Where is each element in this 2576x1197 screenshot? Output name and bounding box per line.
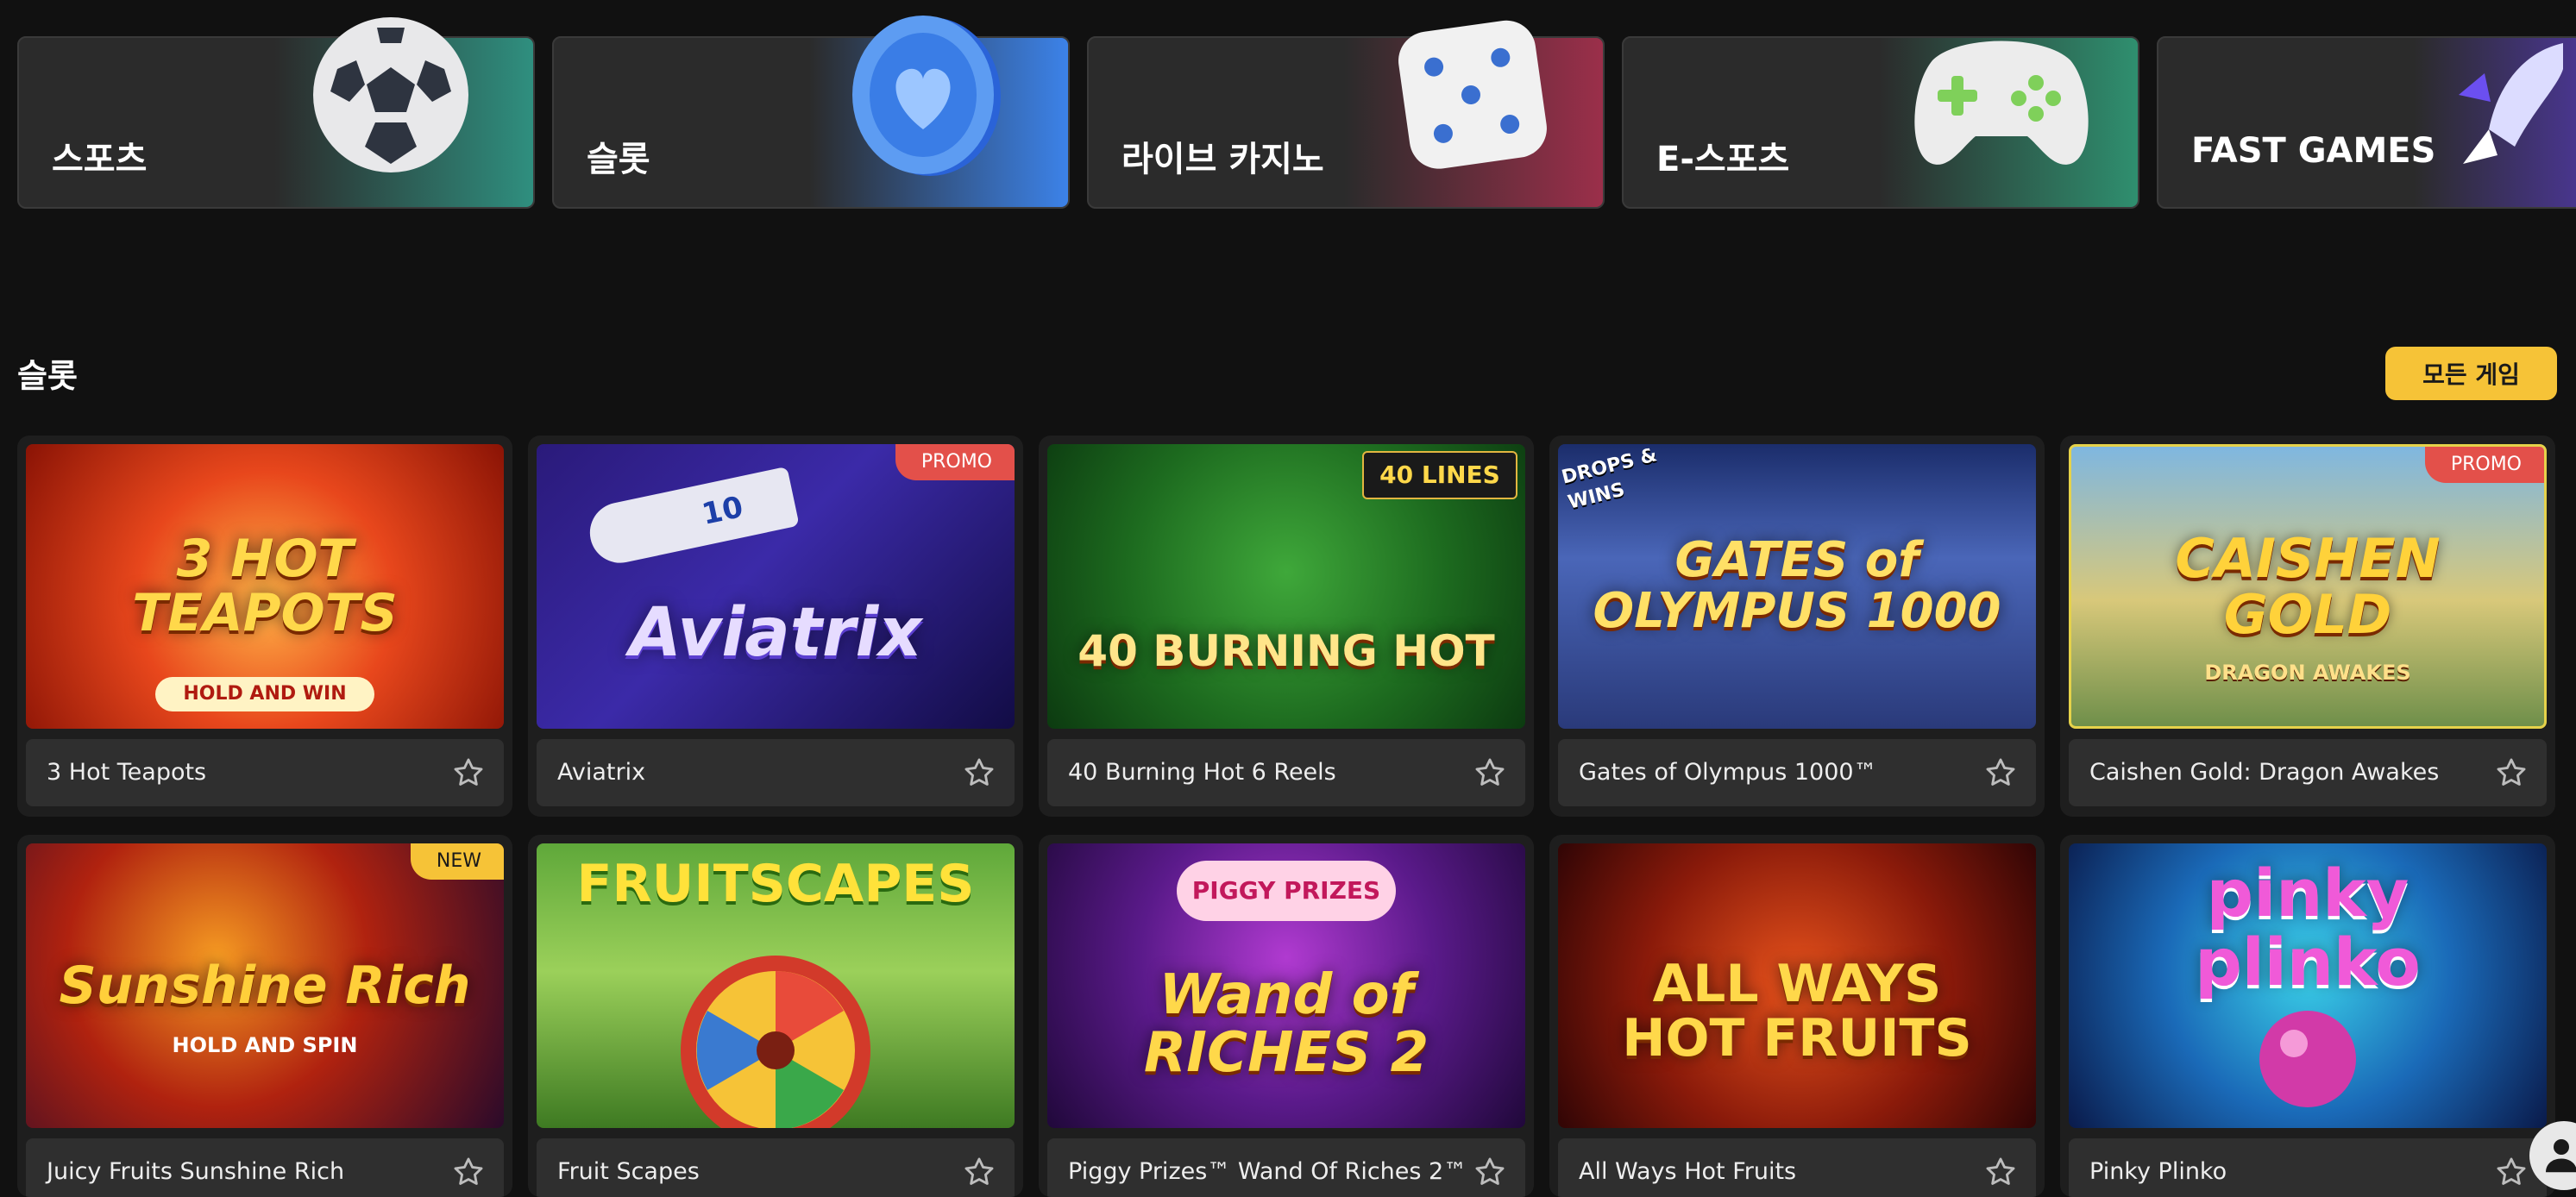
rocket-icon[interactable] <box>2437 34 2563 181</box>
game-info-bar[interactable]: All Ways Hot Fruits <box>1558 1138 2036 1197</box>
game-card: 40 BURNING HOT 40 LINES 40 Burning Hot 6… <box>1039 436 1534 817</box>
favorite-star-icon[interactable] <box>963 756 996 789</box>
game-name: Gates of Olympus 1000™ <box>1579 759 1877 786</box>
game-name: 40 Burning Hot 6 Reels <box>1068 759 1336 786</box>
plinko-ball-icon <box>2259 1011 2356 1107</box>
game-name: All Ways Hot Fruits <box>1579 1158 1797 1185</box>
game-info-bar[interactable]: 3 Hot Teapots <box>26 739 504 806</box>
prize-wheel-icon <box>681 956 870 1128</box>
section-title: 슬롯 <box>17 357 78 395</box>
promo-badge: PROMO <box>2424 447 2544 483</box>
favorite-star-icon[interactable] <box>452 1156 485 1188</box>
game-art-title: Sunshine Rich <box>59 955 471 1016</box>
category-fast-games-label: FAST GAMES <box>2191 131 2436 171</box>
game-card: 3 HOT TEAPOTS HOLD AND WIN 3 Hot Teapots <box>17 436 512 817</box>
game-card: GATES of OLYMPUS 1000 DROPS & WINS Gates… <box>1549 436 2045 817</box>
game-info-bar[interactable]: Caishen Gold: Dragon Awakes <box>2069 739 2547 806</box>
favorite-star-icon[interactable] <box>1473 756 1506 789</box>
game-card: CAISHEN GOLD DRAGON AWAKES PROMO Caishen… <box>2060 436 2555 817</box>
favorite-star-icon[interactable] <box>2495 756 2528 789</box>
support-agent-icon <box>2546 1139 2576 1173</box>
game-art-tag: PIGGY PRIZES <box>1177 861 1396 921</box>
game-art-title: ALL WAYS HOT FRUITS <box>1622 954 1972 1069</box>
coin-icon[interactable] <box>837 9 1009 181</box>
favorite-star-icon[interactable] <box>1984 1156 2017 1188</box>
game-thumbnail-fruit-scapes[interactable]: FRUITSCAPES <box>537 843 1015 1128</box>
category-live-casino-label: 라이브 카지노 <box>1122 140 1324 179</box>
game-info-bar[interactable]: Juicy Fruits Sunshine Rich <box>26 1138 504 1197</box>
favorite-star-icon[interactable] <box>2495 1156 2528 1188</box>
game-art-tag: DRAGON AWAKES <box>2204 661 2411 685</box>
game-info-bar[interactable]: Gates of Olympus 1000™ <box>1558 739 2036 806</box>
game-card: pinky plinko Pinky Plinko <box>2060 835 2555 1197</box>
favorite-star-icon[interactable] <box>963 1156 996 1188</box>
game-thumbnail-caishen-gold[interactable]: CAISHEN GOLD DRAGON AWAKES PROMO <box>2069 444 2547 729</box>
game-info-bar[interactable]: Fruit Scapes <box>537 1138 1015 1197</box>
game-thumbnail-juicy-fruits-sunshine-rich[interactable]: Sunshine Rich HOLD AND SPIN NEW <box>26 843 504 1128</box>
favorite-star-icon[interactable] <box>1473 1156 1506 1188</box>
game-info-bar[interactable]: 40 Burning Hot 6 Reels <box>1047 739 1525 806</box>
game-name: Aviatrix <box>557 759 646 786</box>
game-thumbnail-40-burning-hot[interactable]: 40 BURNING HOT 40 LINES <box>1047 444 1525 729</box>
new-badge: NEW <box>410 843 504 880</box>
category-bar: 스포츠 슬롯 라이브 카지노 E-스포츠 FAST GAMES <box>17 0 2576 216</box>
game-info-bar[interactable]: Pinky Plinko <box>2069 1138 2547 1197</box>
dice-icon[interactable] <box>1385 9 1557 181</box>
game-art-tag: HOLD AND WIN <box>155 677 374 711</box>
promo-badge: PROMO <box>895 444 1015 480</box>
game-name: Juicy Fruits Sunshine Rich <box>47 1158 345 1185</box>
game-art-tag: 40 LINES <box>1362 451 1517 499</box>
game-thumbnail-piggy-prizes-wand-of-riches-2[interactable]: Wand of RICHES 2 PIGGY PRIZES <box>1047 843 1525 1128</box>
game-card: Wand of RICHES 2 PIGGY PRIZES Piggy Priz… <box>1039 835 1534 1197</box>
soccer-ball-icon[interactable] <box>305 9 477 181</box>
game-name: Piggy Prizes™ Wand Of Riches 2™ <box>1068 1158 1467 1185</box>
favorite-star-icon[interactable] <box>452 756 485 789</box>
gamepad-icon[interactable] <box>1898 9 2105 181</box>
game-name: Pinky Plinko <box>2089 1158 2227 1185</box>
game-name: Fruit Scapes <box>557 1158 700 1185</box>
category-sports-label: 스포츠 <box>52 140 148 179</box>
category-slots-label: 슬롯 <box>587 140 650 179</box>
category-esports-label: E-스포츠 <box>1656 140 1790 179</box>
game-name: 3 Hot Teapots <box>47 759 207 786</box>
game-art-tag: HOLD AND SPIN <box>172 1033 358 1057</box>
game-card: Sunshine Rich HOLD AND SPIN NEW Juicy Fr… <box>17 835 512 1197</box>
game-thumbnail-all-ways-hot-fruits[interactable]: ALL WAYS HOT FRUITS <box>1558 843 2036 1128</box>
game-thumbnail-pinky-plinko[interactable]: pinky plinko <box>2069 843 2547 1128</box>
page: 스포츠 슬롯 라이브 카지노 E-스포츠 FAST GAMES 슬롯 모든 게임… <box>0 0 2576 1197</box>
game-thumbnail-3-hot-teapots[interactable]: 3 HOT TEAPOTS HOLD AND WIN <box>26 444 504 729</box>
game-info-bar[interactable]: Aviatrix <box>537 739 1015 806</box>
game-card: ALL WAYS HOT FRUITS All Ways Hot Fruits <box>1549 835 2045 1197</box>
all-games-button[interactable]: 모든 게임 <box>2385 347 2557 400</box>
game-name: Caishen Gold: Dragon Awakes <box>2089 759 2440 786</box>
favorite-star-icon[interactable] <box>1984 756 2017 789</box>
game-card: FRUITSCAPES Fruit Scapes <box>528 835 1023 1197</box>
game-thumbnail-gates-of-olympus-1000[interactable]: GATES of OLYMPUS 1000 DROPS & WINS <box>1558 444 2036 729</box>
game-info-bar[interactable]: Piggy Prizes™ Wand Of Riches 2™ <box>1047 1138 1525 1197</box>
game-thumbnail-aviatrix[interactable]: Aviatrix 10 PROMO <box>537 444 1015 729</box>
game-card: Aviatrix 10 PROMO Aviatrix <box>528 436 1023 817</box>
